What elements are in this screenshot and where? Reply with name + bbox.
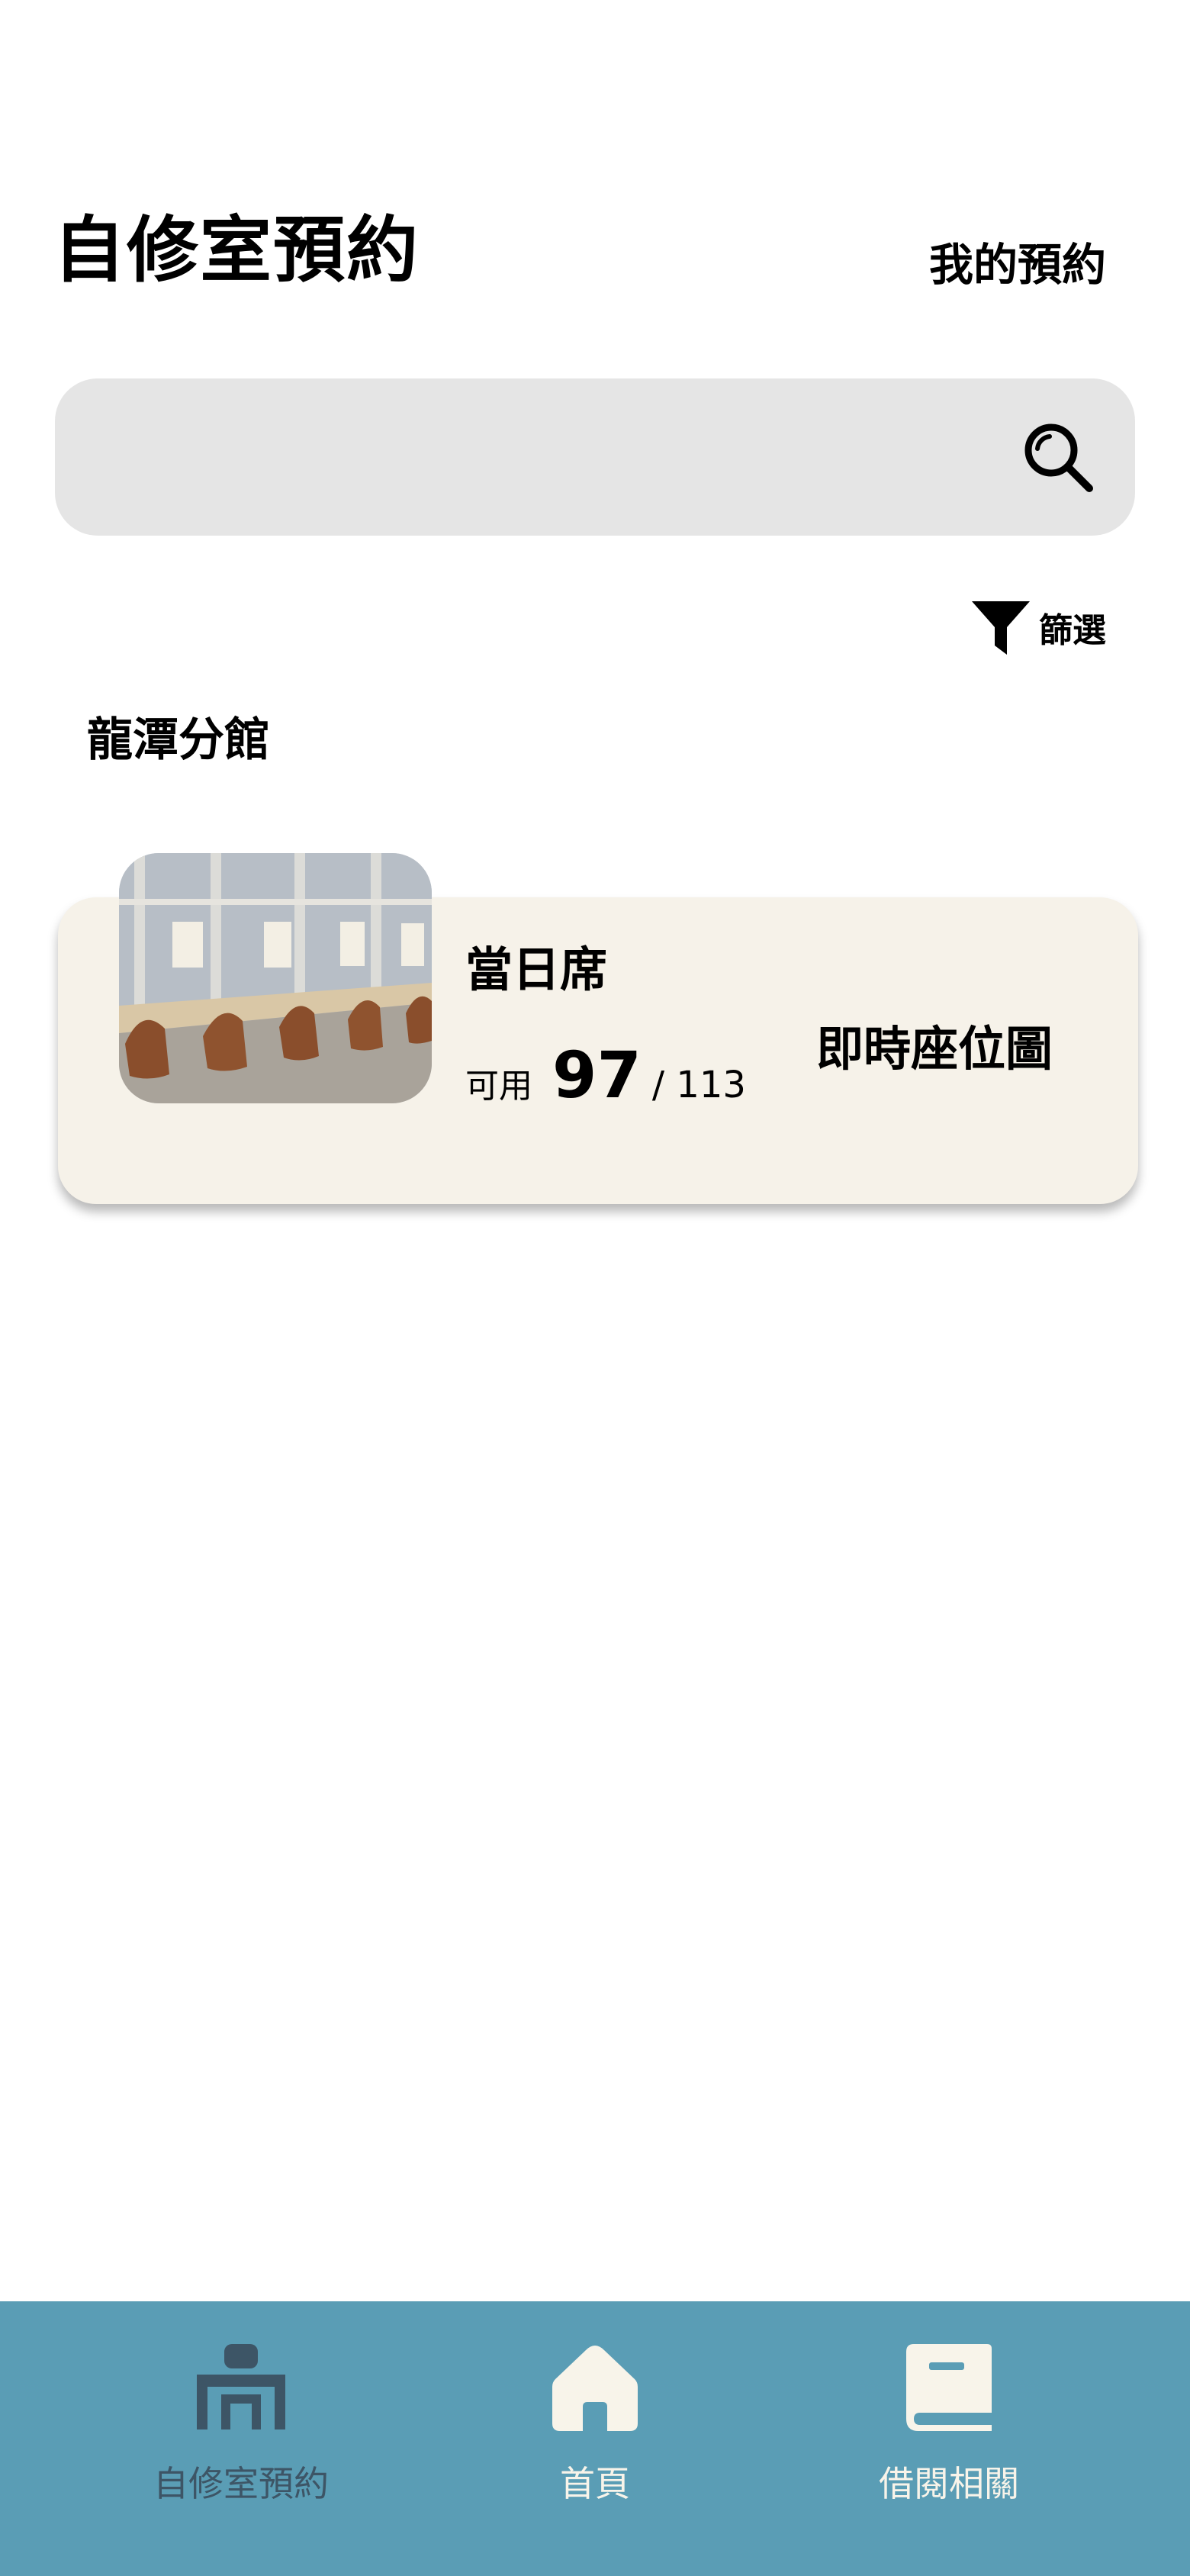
availability: 可用 97 / 113 xyxy=(465,1038,746,1113)
home-icon xyxy=(552,2346,638,2431)
filter-icon xyxy=(972,601,1030,655)
study-room-photo xyxy=(119,853,432,1103)
branch-name: 龍潭分館 xyxy=(87,713,270,767)
study-desk-icon xyxy=(197,2344,285,2429)
total-seats: / 113 xyxy=(651,1064,746,1106)
nav-label-home: 首頁 xyxy=(560,2463,630,2504)
bottom-nav: 自修室預約 首頁 借閱相關 xyxy=(0,2301,1190,2576)
nav-item-home[interactable]: 首頁 xyxy=(442,2301,748,2576)
room-title: 當日席 xyxy=(465,942,608,997)
my-reservations-link[interactable]: 我的預約 xyxy=(929,243,1106,287)
search-bar[interactable] xyxy=(55,378,1135,537)
live-seat-map-link[interactable]: 即時座位圖 xyxy=(816,1026,1053,1073)
nav-label-borrowing: 借閱相關 xyxy=(879,2463,1019,2504)
page: 自修室預約 我的預約 篩選 龍潭分館 當日席 可用 97 / 113 即時座位圖… xyxy=(0,0,1190,2576)
nav-item-borrowing[interactable]: 借閱相關 xyxy=(796,2301,1102,2576)
available-count: 97 xyxy=(552,1038,642,1113)
search-input[interactable] xyxy=(93,378,1011,537)
filter-button[interactable]: 篩選 xyxy=(970,597,1106,658)
book-icon xyxy=(906,2344,992,2431)
nav-item-study-room[interactable]: 自修室預約 xyxy=(88,2301,394,2576)
filter-label: 篩選 xyxy=(1039,611,1106,650)
available-label: 可用 xyxy=(465,1067,532,1106)
page-title: 自修室預約 xyxy=(53,209,420,292)
search-icon[interactable] xyxy=(1019,418,1095,494)
nav-label-study-room: 自修室預約 xyxy=(153,2463,329,2504)
